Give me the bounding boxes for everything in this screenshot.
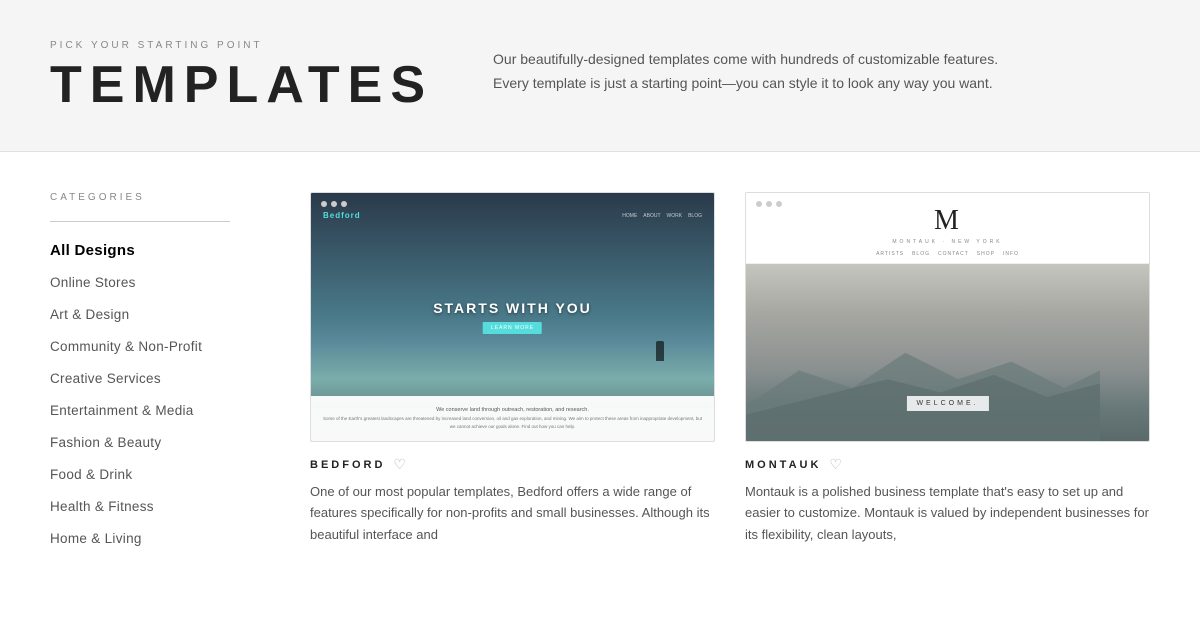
sidebar-link-art-design[interactable]: Art & Design	[50, 307, 129, 322]
bedford-hero-text: STARTS WITH YOU LEARN MORE	[433, 300, 592, 334]
dot-2	[331, 201, 337, 207]
sidebar-item-art-design[interactable]: Art & Design	[50, 306, 270, 324]
montauk-sub-nav: ARTISTS BLOG CONTACT SHOP INFO	[758, 251, 1137, 257]
bedford-nav-link: ABOUT	[643, 213, 660, 219]
sidebar-link-home-living[interactable]: Home & Living	[50, 531, 142, 546]
sidebar-link-fashion-beauty[interactable]: Fashion & Beauty	[50, 435, 161, 450]
window-chrome-dots	[321, 201, 347, 207]
categories-label: CATEGORIES	[50, 192, 270, 203]
dot-3	[341, 201, 347, 207]
sidebar-link-online-stores[interactable]: Online Stores	[50, 275, 136, 290]
sidebar-link-all-designs[interactable]: All Designs	[50, 242, 135, 259]
bedford-name-row: BEDFORD ♡	[310, 456, 715, 473]
bedford-nav-link: BLOG	[688, 213, 702, 219]
dot-3	[776, 201, 782, 207]
sidebar-item-fashion-beauty[interactable]: Fashion & Beauty	[50, 434, 270, 452]
bedford-figure	[656, 341, 664, 361]
montauk-nav-item: INFO	[1003, 251, 1019, 257]
bedford-nav-link: HOME	[622, 213, 637, 219]
montauk-template-name: MONTAUK	[745, 459, 821, 471]
bedford-favorite-icon[interactable]: ♡	[393, 456, 406, 473]
sidebar-item-online-stores[interactable]: Online Stores	[50, 274, 270, 292]
sidebar-link-community[interactable]: Community & Non-Profit	[50, 339, 202, 354]
sidebar-item-creative-services[interactable]: Creative Services	[50, 370, 270, 388]
main-content: CATEGORIES All Designs Online Stores Art…	[0, 152, 1200, 632]
montauk-thumbnail[interactable]: M MONTAUK · NEW YORK ARTISTS BLOG CONTAC…	[745, 192, 1150, 442]
montauk-welcome-text: WELCOME.	[906, 396, 988, 411]
montauk-name-row: MONTAUK ♡	[745, 456, 1150, 473]
montauk-description: Montauk is a polished business template …	[745, 481, 1150, 545]
dot-1	[756, 201, 762, 207]
bedford-footer: We conserve land through outreach, resto…	[311, 396, 714, 441]
montauk-favorite-icon[interactable]: ♡	[829, 456, 842, 473]
sidebar-item-community[interactable]: Community & Non-Profit	[50, 338, 270, 356]
header-subtitle: PICK YOUR STARTING POINT	[50, 40, 433, 51]
montauk-mountain-svg	[746, 335, 1100, 441]
header-title: TEMPLATES	[50, 59, 433, 111]
sidebar-link-food-drink[interactable]: Food & Drink	[50, 467, 132, 482]
montauk-background: M MONTAUK · NEW YORK ARTISTS BLOG CONTAC…	[746, 193, 1149, 441]
sidebar-nav: All Designs Online Stores Art & Design C…	[50, 242, 270, 548]
bedford-thumbnail[interactable]: Bedford HOME ABOUT WORK BLOG STARTS WITH…	[310, 192, 715, 442]
template-card-montauk: M MONTAUK · NEW YORK ARTISTS BLOG CONTAC…	[745, 192, 1150, 545]
montauk-brand-name: MONTAUK · NEW YORK	[758, 239, 1137, 245]
sidebar-link-health-fitness[interactable]: Health & Fitness	[50, 499, 154, 514]
sidebar-item-all-designs[interactable]: All Designs	[50, 242, 270, 260]
window-chrome-dots	[756, 201, 782, 207]
sidebar-divider	[50, 221, 230, 222]
sidebar-item-health-fitness[interactable]: Health & Fitness	[50, 498, 270, 516]
montauk-hero-image: WELCOME.	[746, 264, 1149, 441]
bedford-tagline: STARTS WITH YOU	[433, 300, 592, 316]
bedford-description: One of our most popular templates, Bedfo…	[310, 481, 715, 545]
sidebar-link-creative-services[interactable]: Creative Services	[50, 371, 161, 386]
sidebar-link-entertainment-media[interactable]: Entertainment & Media	[50, 403, 194, 418]
header-right: Our beautifully-designed templates come …	[493, 40, 1150, 96]
montauk-nav-item: SHOP	[977, 251, 995, 257]
dot-2	[766, 201, 772, 207]
sidebar-item-home-living[interactable]: Home & Living	[50, 530, 270, 548]
bedford-nav-links: HOME ABOUT WORK BLOG	[622, 213, 702, 219]
sidebar-item-food-drink[interactable]: Food & Drink	[50, 466, 270, 484]
sidebar: CATEGORIES All Designs Online Stores Art…	[50, 192, 270, 592]
header-left: PICK YOUR STARTING POINT TEMPLATES	[50, 40, 433, 111]
bedford-cta-button: LEARN MORE	[483, 322, 542, 334]
bedford-nav: Bedford HOME ABOUT WORK BLOG	[311, 211, 714, 220]
dot-1	[321, 201, 327, 207]
montauk-nav-item: ARTISTS	[876, 251, 904, 257]
montauk-logo-letter: M	[758, 205, 1137, 237]
templates-grid: Bedford HOME ABOUT WORK BLOG STARTS WITH…	[310, 192, 1150, 592]
header-section: PICK YOUR STARTING POINT TEMPLATES Our b…	[0, 0, 1200, 152]
header-description: Our beautifully-designed templates come …	[493, 48, 1013, 96]
bedford-template-name: BEDFORD	[310, 459, 385, 471]
template-card-bedford: Bedford HOME ABOUT WORK BLOG STARTS WITH…	[310, 192, 715, 545]
montauk-header: M MONTAUK · NEW YORK ARTISTS BLOG CONTAC…	[746, 193, 1149, 264]
bedford-nav-link: WORK	[667, 213, 683, 219]
montauk-nav-item: BLOG	[912, 251, 930, 257]
bedford-logo: Bedford	[323, 211, 361, 220]
sidebar-item-entertainment-media[interactable]: Entertainment & Media	[50, 402, 270, 420]
bedford-background: Bedford HOME ABOUT WORK BLOG STARTS WITH…	[311, 193, 714, 441]
montauk-nav-item: CONTACT	[938, 251, 969, 257]
